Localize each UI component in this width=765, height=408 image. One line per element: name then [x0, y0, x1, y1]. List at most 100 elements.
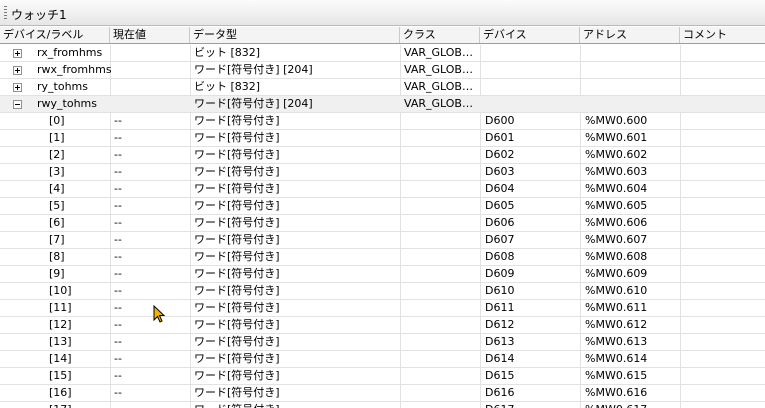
cell-data-type: ワード[符号付き] [194, 131, 280, 144]
cell-data-type: ワード[符号付き] [194, 233, 280, 246]
table-row[interactable]: [14] -- ワード[符号付き] D614 %MW0.614 [0, 351, 765, 368]
cell-address: %MW0.613 [585, 335, 648, 348]
cell-device: D600 [485, 114, 515, 127]
cell-address: %MW0.602 [585, 148, 648, 161]
cell-data-type: ワード[符号付き] [204] [194, 63, 313, 76]
cell-device-label: [17] [49, 402, 72, 408]
cell-device-label: [16] [49, 386, 72, 399]
cell-data-type: ワード[符号付き] [194, 402, 280, 408]
cell-device: D611 [485, 301, 515, 314]
table-row[interactable]: ry_tohms ビット [832] VAR_GLOB… [0, 79, 765, 96]
watch-table: rx_fromhms ビット [832] VAR_GLOB… rwx_fromhms ワ… [0, 45, 765, 408]
table-row[interactable]: [17] -- ワード[符号付き] D617 %MW0.617 [0, 402, 765, 408]
expand-plus-icon[interactable] [13, 66, 22, 75]
cell-data-type: ワード[符号付き] [194, 182, 280, 195]
table-row[interactable]: [9] -- ワード[符号付き] D609 %MW0.609 [0, 266, 765, 283]
column-header-device[interactable]: デバイス [480, 27, 580, 43]
cell-device: D608 [485, 250, 515, 263]
cell-device: D607 [485, 233, 515, 246]
table-row[interactable]: [12] -- ワード[符号付き] D612 %MW0.612 [0, 317, 765, 334]
cell-device-label: rwx_fromhms [37, 63, 112, 76]
column-header-address[interactable]: アドレス [580, 27, 680, 43]
table-row[interactable]: [6] -- ワード[符号付き] D606 %MW0.606 [0, 215, 765, 232]
cell-data-type: ワード[符号付き] [194, 352, 280, 365]
drag-grip-icon[interactable] [4, 6, 7, 21]
cell-current-value: -- [114, 114, 122, 127]
table-row[interactable]: rwy_tohms ワード[符号付き] [204] VAR_GLOB… [0, 96, 765, 113]
cell-data-type: ワード[符号付き] [194, 165, 280, 178]
cell-current-value: -- [114, 131, 122, 144]
cell-data-type: ワード[符号付き] [194, 386, 280, 399]
column-header-device-label[interactable]: デバイス/ラベル [0, 27, 110, 43]
table-row[interactable]: [3] -- ワード[符号付き] D603 %MW0.603 [0, 164, 765, 181]
cell-device-label: [5] [49, 199, 65, 212]
cell-device: D606 [485, 216, 515, 229]
cell-device-label: [1] [49, 131, 65, 144]
column-header: デバイス/ラベル 現在値 データ型 クラス デバイス アドレス コメント [0, 27, 765, 44]
cell-address: %MW0.617 [585, 402, 647, 408]
cell-address: %MW0.600 [585, 114, 648, 127]
column-header-current-value[interactable]: 現在値 [110, 27, 190, 43]
cell-current-value: -- [114, 402, 122, 408]
table-row[interactable]: [0] -- ワード[符号付き] D600 %MW0.600 [0, 113, 765, 130]
cell-class: VAR_GLOB… [404, 97, 473, 110]
column-header-comment[interactable]: コメント [680, 27, 765, 43]
cell-data-type: ワード[符号付き] [194, 216, 280, 229]
column-header-data-type[interactable]: データ型 [190, 27, 400, 43]
cell-device: D602 [485, 148, 515, 161]
cell-current-value: -- [114, 284, 122, 297]
cell-device-label: [8] [49, 250, 65, 263]
table-row[interactable]: [10] -- ワード[符号付き] D610 %MW0.610 [0, 283, 765, 300]
cell-device-label: [7] [49, 233, 65, 246]
cell-current-value: -- [114, 216, 122, 229]
cell-device: D616 [485, 386, 515, 399]
cell-device-label: [9] [49, 267, 65, 280]
collapse-minus-icon[interactable] [13, 100, 22, 109]
table-row[interactable]: [2] -- ワード[符号付き] D602 %MW0.602 [0, 147, 765, 164]
table-row[interactable]: [8] -- ワード[符号付き] D608 %MW0.608 [0, 249, 765, 266]
cell-address: %MW0.604 [585, 182, 648, 195]
column-header-class[interactable]: クラス [400, 27, 480, 43]
cell-data-type: ワード[符号付き] [194, 335, 280, 348]
cell-current-value: -- [114, 148, 122, 161]
cell-device-label: ry_tohms [37, 80, 88, 93]
cell-device-label: [2] [49, 148, 65, 161]
cell-current-value: -- [114, 182, 122, 195]
cell-address: %MW0.606 [585, 216, 648, 229]
table-row[interactable]: [7] -- ワード[符号付き] D607 %MW0.607 [0, 232, 765, 249]
cell-device-label: [15] [49, 369, 72, 382]
table-row[interactable]: rwx_fromhms ワード[符号付き] [204] VAR_GLOB… [0, 62, 765, 79]
cell-device: D614 [485, 352, 515, 365]
table-row[interactable]: [15] -- ワード[符号付き] D615 %MW0.615 [0, 368, 765, 385]
table-row[interactable]: [1] -- ワード[符号付き] D601 %MW0.601 [0, 130, 765, 147]
table-row[interactable]: [16] -- ワード[符号付き] D616 %MW0.616 [0, 385, 765, 402]
table-row[interactable]: [4] -- ワード[符号付き] D604 %MW0.604 [0, 181, 765, 198]
table-row[interactable]: rx_fromhms ビット [832] VAR_GLOB… [0, 45, 765, 62]
cell-current-value: -- [114, 301, 122, 314]
cell-device-label: [11] [49, 301, 72, 314]
cell-data-type: ワード[符号付き] [194, 369, 280, 382]
table-row[interactable]: [5] -- ワード[符号付き] D605 %MW0.605 [0, 198, 765, 215]
cell-data-type: ビット [832] [194, 80, 261, 93]
cell-address: %MW0.611 [585, 301, 648, 314]
expand-plus-icon[interactable] [13, 49, 22, 58]
cell-device-label: [10] [49, 284, 72, 297]
watch-window-titlebar: ウォッチ1 [0, 0, 765, 26]
cell-class: VAR_GLOB… [404, 80, 473, 93]
cell-data-type: ワード[符号付き] [194, 301, 280, 314]
cell-data-type: ワード[符号付き] [194, 250, 280, 263]
expand-plus-icon[interactable] [13, 83, 22, 92]
cell-device: D615 [485, 369, 515, 382]
cell-class: VAR_GLOB… [404, 63, 473, 76]
cell-data-type: ワード[符号付き] [194, 284, 280, 297]
cell-device: D603 [485, 165, 515, 178]
cell-data-type: ワード[符号付き] [194, 199, 280, 212]
cell-device: D613 [485, 335, 515, 348]
table-row[interactable]: [11] -- ワード[符号付き] D611 %MW0.611 [0, 300, 765, 317]
table-row[interactable]: [13] -- ワード[符号付き] D613 %MW0.613 [0, 334, 765, 351]
cell-device-label: [4] [49, 182, 65, 195]
cell-current-value: -- [114, 233, 122, 246]
cell-current-value: -- [114, 165, 122, 178]
cell-device-label: [14] [49, 352, 72, 365]
cell-current-value: -- [114, 369, 122, 382]
